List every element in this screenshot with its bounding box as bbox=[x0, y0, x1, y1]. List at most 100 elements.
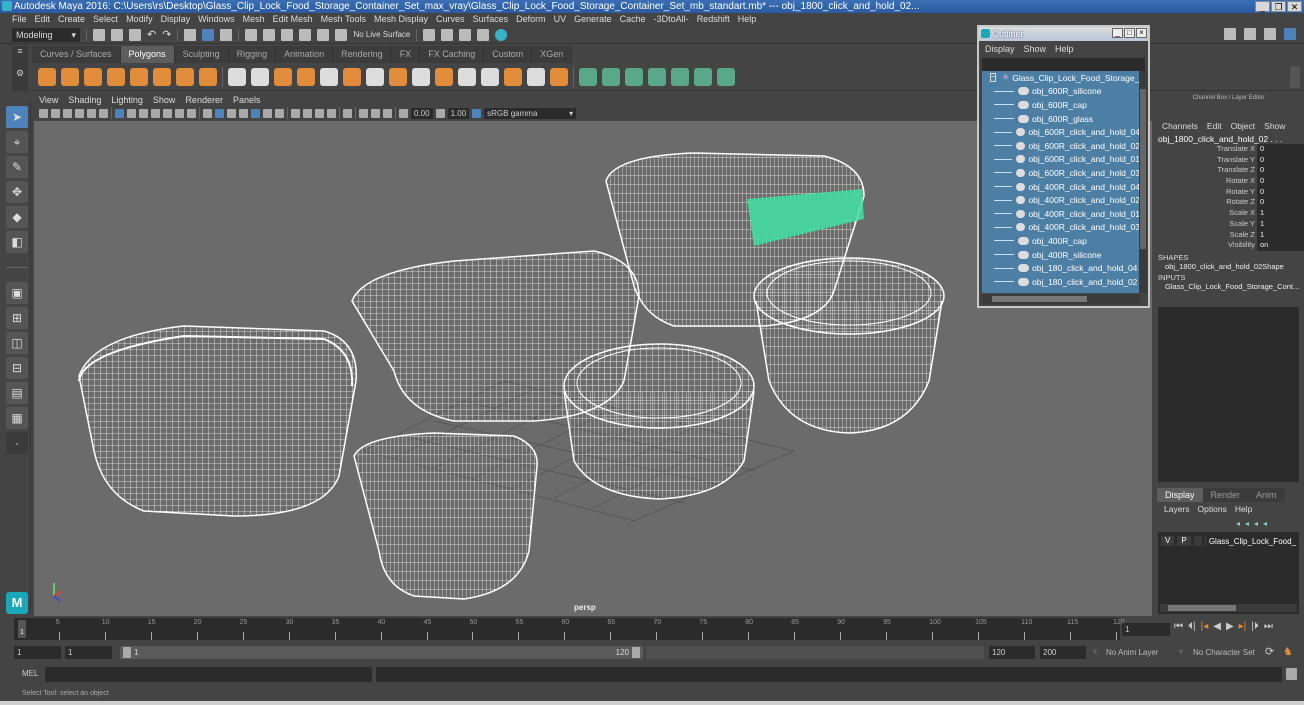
menu-curves[interactable]: Curves bbox=[432, 13, 469, 26]
motion-blur-icon[interactable] bbox=[303, 108, 312, 118]
exposure-icon[interactable] bbox=[399, 108, 408, 118]
attribute-name[interactable]: Scale X bbox=[1153, 208, 1257, 219]
menu-deform[interactable]: Deform bbox=[512, 13, 550, 26]
outliner-item[interactable]: obj_600R_glass bbox=[982, 112, 1140, 126]
resolution-gate-icon[interactable] bbox=[139, 108, 148, 118]
current-frame-field[interactable]: 1 bbox=[1122, 623, 1170, 636]
layer-name[interactable]: Glass_Clip_Lock_Food_ bbox=[1209, 537, 1296, 546]
menu-windows[interactable]: Windows bbox=[194, 13, 239, 26]
channel-box-toggle-icon[interactable] bbox=[1284, 28, 1296, 40]
outliner-item[interactable]: obj_400R_click_and_hold_01 bbox=[982, 207, 1140, 221]
hypershade-icon[interactable] bbox=[495, 28, 508, 41]
menu-create[interactable]: Create bbox=[54, 13, 89, 26]
channel-menu-channels[interactable]: Channels bbox=[1162, 121, 1198, 131]
panel-menu-panels[interactable]: Panels bbox=[233, 95, 261, 106]
outliner-item[interactable]: obj_600R_click_and_hold_02 bbox=[982, 139, 1140, 153]
attribute-row[interactable]: Scale Y1 bbox=[1153, 218, 1304, 230]
bevel-icon[interactable] bbox=[320, 67, 338, 86]
fill-hole-icon[interactable] bbox=[504, 67, 522, 86]
menu-mesh-tools[interactable]: Mesh Tools bbox=[317, 13, 370, 26]
attribute-value[interactable]: 0 bbox=[1257, 197, 1304, 209]
grid-icon[interactable] bbox=[115, 108, 124, 118]
collapse-icon[interactable] bbox=[550, 67, 568, 86]
paint-select-tool-icon[interactable]: ✎ bbox=[6, 156, 28, 178]
render-view-icon[interactable] bbox=[477, 28, 490, 41]
move-layer-down-icon[interactable]: ◂ bbox=[1245, 519, 1249, 528]
sew-uv-icon[interactable] bbox=[717, 67, 735, 86]
isolate-select-icon[interactable] bbox=[343, 108, 352, 118]
layer-visibility-toggle[interactable]: V bbox=[1161, 536, 1175, 546]
outliner-item[interactable]: obj_400R_click_and_hold_04 bbox=[982, 180, 1140, 194]
cylindrical-map-icon[interactable] bbox=[602, 67, 620, 86]
poly-sphere-icon[interactable] bbox=[38, 67, 56, 86]
separate-icon[interactable] bbox=[251, 67, 269, 86]
scroll-thumb[interactable] bbox=[1168, 605, 1236, 611]
attribute-name[interactable]: Translate X bbox=[1153, 144, 1257, 155]
animation-preferences-icon[interactable]: ♞ bbox=[1283, 645, 1293, 658]
shelf-tab-sculpting[interactable]: Sculpting bbox=[174, 46, 229, 63]
poly-plane-icon[interactable] bbox=[130, 67, 148, 86]
poly-pipe-icon[interactable] bbox=[199, 67, 217, 86]
snap-surface-icon[interactable] bbox=[317, 28, 330, 41]
automatic-map-icon[interactable] bbox=[648, 67, 666, 86]
combine-icon[interactable] bbox=[228, 67, 246, 86]
uv-editor-icon[interactable] bbox=[694, 67, 712, 86]
menu-file[interactable]: File bbox=[8, 13, 31, 26]
outliner-menu-show[interactable]: Show bbox=[1024, 44, 1047, 54]
attribute-name[interactable]: Scale Z bbox=[1153, 230, 1257, 241]
attribute-row[interactable]: Visibility on bbox=[1153, 240, 1304, 251]
more-layouts-icon[interactable]: · bbox=[6, 432, 28, 454]
select-camera-icon[interactable] bbox=[39, 108, 48, 118]
go-to-end-icon[interactable]: ⏭ bbox=[1264, 621, 1273, 632]
attribute-value[interactable]: 0 bbox=[1257, 176, 1304, 187]
grease-pencil-icon[interactable] bbox=[99, 108, 108, 118]
outliner-maximize-button[interactable]: □ bbox=[1124, 28, 1135, 38]
shelf-tab-rendering[interactable]: Rendering bbox=[333, 46, 392, 63]
snap-point-icon[interactable] bbox=[281, 28, 294, 41]
field-chart-icon[interactable] bbox=[163, 108, 172, 118]
shelf-scroll-buttons[interactable] bbox=[1290, 66, 1300, 88]
attribute-row[interactable]: Scale X1 bbox=[1153, 208, 1304, 219]
shelf-tab-xgen[interactable]: XGen bbox=[532, 46, 573, 63]
attribute-value[interactable]: 0 bbox=[1257, 186, 1304, 198]
save-scene-icon[interactable] bbox=[129, 28, 141, 41]
character-set-dropdown[interactable]: No Character Set bbox=[1190, 646, 1260, 659]
menu-surfaces[interactable]: Surfaces bbox=[469, 13, 513, 26]
attribute-value[interactable]: 1 bbox=[1257, 208, 1304, 219]
live-surface-field[interactable]: No Live Surface bbox=[353, 30, 410, 39]
persp-outliner-layout-icon[interactable]: ◫ bbox=[6, 332, 28, 354]
shelf-tab-fx[interactable]: FX bbox=[391, 46, 421, 63]
outliner-item[interactable]: obj_400R_click_and_hold_02 bbox=[982, 193, 1140, 207]
selected-object-name[interactable]: obj_1800_click_and_hold_02 . . . bbox=[1153, 134, 1304, 144]
scroll-thumb[interactable] bbox=[1140, 89, 1146, 249]
poly-cube-icon[interactable] bbox=[61, 67, 79, 86]
move-layer-up-icon[interactable]: ◂ bbox=[1236, 519, 1240, 528]
shelf-tab-custom[interactable]: Custom bbox=[484, 46, 533, 63]
layer-display-type-toggle[interactable] bbox=[1193, 536, 1203, 546]
snap-magnet-icon[interactable] bbox=[335, 28, 348, 41]
merge-icon[interactable] bbox=[527, 67, 545, 86]
poly-cone-icon[interactable] bbox=[107, 67, 125, 86]
attribute-name[interactable]: Visibility bbox=[1153, 240, 1257, 251]
tool-settings-icon[interactable] bbox=[1264, 28, 1276, 40]
menu-select[interactable]: Select bbox=[89, 13, 122, 26]
menu-display[interactable]: Display bbox=[157, 13, 195, 26]
safe-action-icon[interactable] bbox=[175, 108, 184, 118]
outliner-vertical-scrollbar[interactable] bbox=[1139, 71, 1147, 293]
single-perspective-layout-icon[interactable]: ▣ bbox=[6, 282, 28, 304]
tab-render[interactable]: Render bbox=[1202, 488, 1249, 502]
image-plane-icon[interactable] bbox=[75, 108, 84, 118]
attribute-row[interactable]: Rotate X0 bbox=[1153, 176, 1304, 187]
smooth-icon[interactable] bbox=[297, 67, 315, 86]
gate-mask-icon[interactable] bbox=[151, 108, 160, 118]
depth-of-field-icon[interactable] bbox=[327, 108, 336, 118]
step-back-frame-icon[interactable]: ⏴| bbox=[1188, 621, 1196, 632]
attribute-row[interactable]: Translate Z0 bbox=[1153, 165, 1304, 177]
outliner-horizontal-scrollbar[interactable] bbox=[982, 294, 1140, 304]
attribute-value[interactable]: on bbox=[1257, 240, 1304, 251]
outliner-item[interactable]: obj_400R_cap bbox=[982, 234, 1140, 248]
animation-end-field[interactable]: 200 bbox=[1040, 646, 1086, 659]
shelf-tab-fx-caching[interactable]: FX Caching bbox=[420, 46, 485, 63]
safe-title-icon[interactable] bbox=[187, 108, 196, 118]
menu-cache[interactable]: Cache bbox=[616, 13, 650, 26]
